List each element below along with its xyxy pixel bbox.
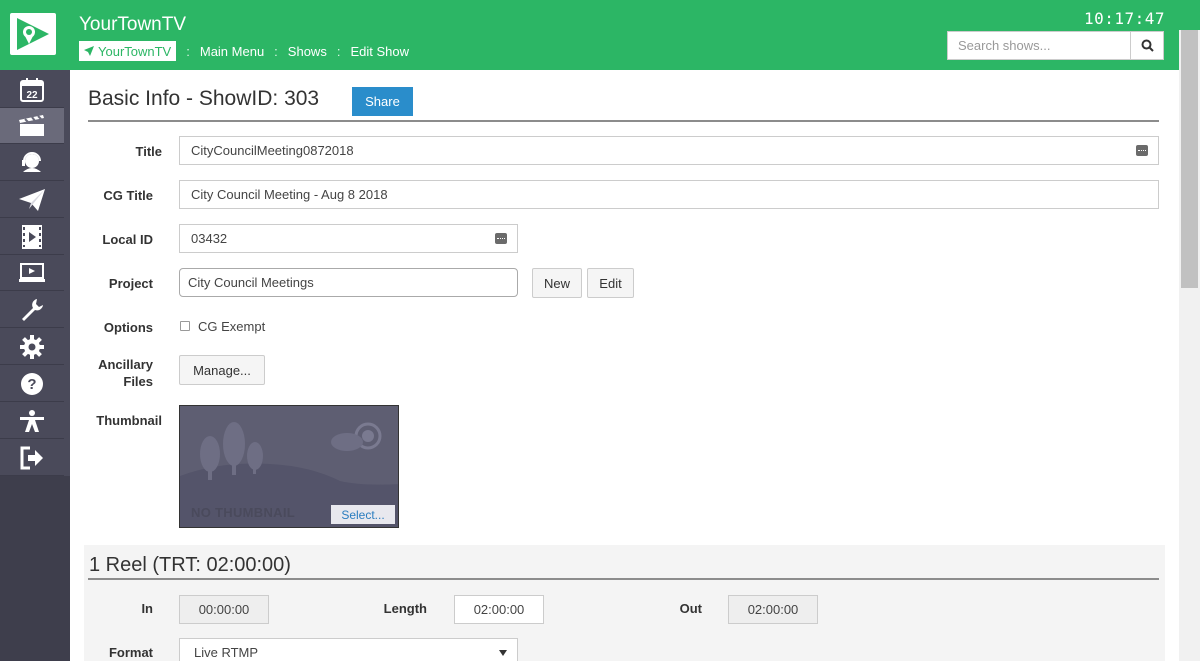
- reel-title: 1 Reel (TRT: 02:00:00): [89, 554, 291, 576]
- breadcrumb-separator: :: [274, 43, 278, 59]
- breadcrumb: YourTownTV : Main Menu : Shows : Edit Sh…: [79, 41, 409, 61]
- ancillary-label-line2: Files: [123, 374, 153, 389]
- gear-icon: [20, 334, 44, 359]
- person-icon: [20, 409, 44, 432]
- app-title: YourTownTV: [79, 14, 187, 35]
- search-button[interactable]: [1130, 32, 1163, 59]
- basic-info-title: Basic Info - ShowID: 303: [88, 87, 320, 110]
- no-thumbnail-text: NO THUMBNAIL: [191, 505, 295, 520]
- breadcrumb-main-menu[interactable]: Main Menu: [200, 44, 264, 59]
- cg-title-field[interactable]: City Council Meeting - Aug 8 2018: [179, 180, 1159, 209]
- sidebar-item-logout[interactable]: [0, 440, 64, 476]
- breadcrumb-separator: :: [186, 43, 190, 59]
- sidebar-item-help[interactable]: ?: [0, 366, 64, 402]
- calendar-icon: 22: [20, 77, 44, 102]
- local-id-label: Local ID: [102, 232, 153, 247]
- sidebar-item-send[interactable]: [0, 182, 64, 218]
- film-play-icon: [22, 224, 42, 249]
- cg-title-value: City Council Meeting - Aug 8 2018: [191, 187, 388, 202]
- paper-plane-icon: [19, 188, 45, 211]
- out-label: Out: [679, 601, 702, 616]
- ancillary-files-label: Ancillary Files: [61, 356, 153, 390]
- breadcrumb-edit-show[interactable]: Edit Show: [350, 44, 409, 59]
- thumbnail-label: Thumbnail: [96, 413, 162, 428]
- sidebar-item-settings[interactable]: [0, 329, 64, 365]
- svg-text:?: ?: [27, 376, 36, 393]
- monitor-icon: [19, 262, 45, 282]
- sidebar-item-tools[interactable]: [0, 292, 64, 328]
- length-field[interactable]: 02:00:00: [454, 595, 544, 624]
- in-label: In: [141, 601, 153, 616]
- in-value: 00:00:00: [198, 602, 250, 617]
- keyboard-icon: [1136, 145, 1148, 156]
- length-value: 02:00:00: [473, 602, 525, 617]
- search-icon: [1141, 39, 1154, 52]
- format-value: Live RTMP: [194, 645, 259, 660]
- title-field[interactable]: CityCouncilMeeting0872018: [179, 136, 1159, 165]
- cg-title-label: CG Title: [103, 188, 153, 203]
- breadcrumb-home[interactable]: YourTownTV: [79, 41, 177, 61]
- chevron-down-icon: [499, 650, 507, 656]
- sidebar: 22 ?: [0, 0, 70, 661]
- title-value: CityCouncilMeeting0872018: [191, 143, 354, 158]
- scrollbar-thumb[interactable]: [1181, 30, 1198, 288]
- breadcrumb-separator: :: [336, 43, 341, 59]
- search-box: [947, 31, 1164, 60]
- format-label: Format: [108, 645, 153, 660]
- local-id-value: 03432: [191, 231, 228, 246]
- header: YourTownTV YourTownTV : Main Menu : Show…: [70, 0, 1200, 70]
- edit-project-button[interactable]: Edit: [587, 268, 634, 298]
- local-id-field[interactable]: 03432: [179, 224, 518, 253]
- format-select[interactable]: Live RTMP: [179, 638, 518, 661]
- calendar-badge: 22: [26, 90, 38, 101]
- logo[interactable]: [0, 0, 70, 70]
- cg-exempt-label[interactable]: CG Exempt: [198, 319, 265, 334]
- search-input[interactable]: [948, 32, 1130, 59]
- play-pin-logo-icon: [17, 18, 49, 50]
- divider: [88, 578, 1159, 580]
- select-thumbnail-button[interactable]: Select...: [331, 505, 395, 524]
- keyboard-icon: [495, 233, 507, 244]
- ancillary-label-line1: Ancillary: [98, 357, 153, 372]
- title-label: Title: [135, 144, 163, 159]
- headset-icon: [22, 151, 41, 172]
- clapperboard-icon: [19, 114, 44, 136]
- in-field: 00:00:00: [179, 595, 269, 624]
- sidebar-item-display[interactable]: [0, 255, 64, 291]
- manage-files-button[interactable]: Manage...: [179, 355, 265, 385]
- sidebar-item-support[interactable]: [0, 145, 64, 181]
- out-value: 02:00:00: [747, 602, 799, 617]
- breadcrumb-home-label: YourTownTV: [98, 43, 172, 59]
- breadcrumb-shows[interactable]: Shows: [288, 44, 327, 59]
- logout-icon: [20, 446, 43, 469]
- project-label: Project: [108, 276, 153, 291]
- main-content: Basic Info - ShowID: 303 Share Title Cit…: [70, 70, 1179, 661]
- sidebar-item-media[interactable]: [0, 219, 64, 255]
- clock: 10:17:47: [1083, 9, 1165, 28]
- options-label: Options: [103, 320, 153, 335]
- thumbnail-placeholder: NO THUMBNAIL Select...: [179, 405, 399, 528]
- length-label: Length: [383, 601, 427, 616]
- help-icon: ?: [21, 372, 43, 395]
- sidebar-item-shows[interactable]: [0, 108, 64, 144]
- divider: [88, 120, 1159, 122]
- sidebar-item-users[interactable]: [0, 403, 64, 439]
- sidebar-item-calendar[interactable]: 22: [0, 72, 64, 108]
- out-field: 02:00:00: [728, 595, 818, 624]
- logo-mark: [10, 13, 56, 55]
- project-value: City Council Meetings: [188, 275, 314, 290]
- wrench-icon: [22, 298, 43, 321]
- cg-exempt-checkbox[interactable]: [180, 321, 190, 331]
- project-select[interactable]: City Council Meetings: [179, 268, 518, 297]
- sidebar-filler: [0, 476, 70, 661]
- new-project-button[interactable]: New: [532, 268, 582, 298]
- location-arrow-icon: [84, 46, 94, 56]
- share-button[interactable]: Share: [352, 87, 413, 116]
